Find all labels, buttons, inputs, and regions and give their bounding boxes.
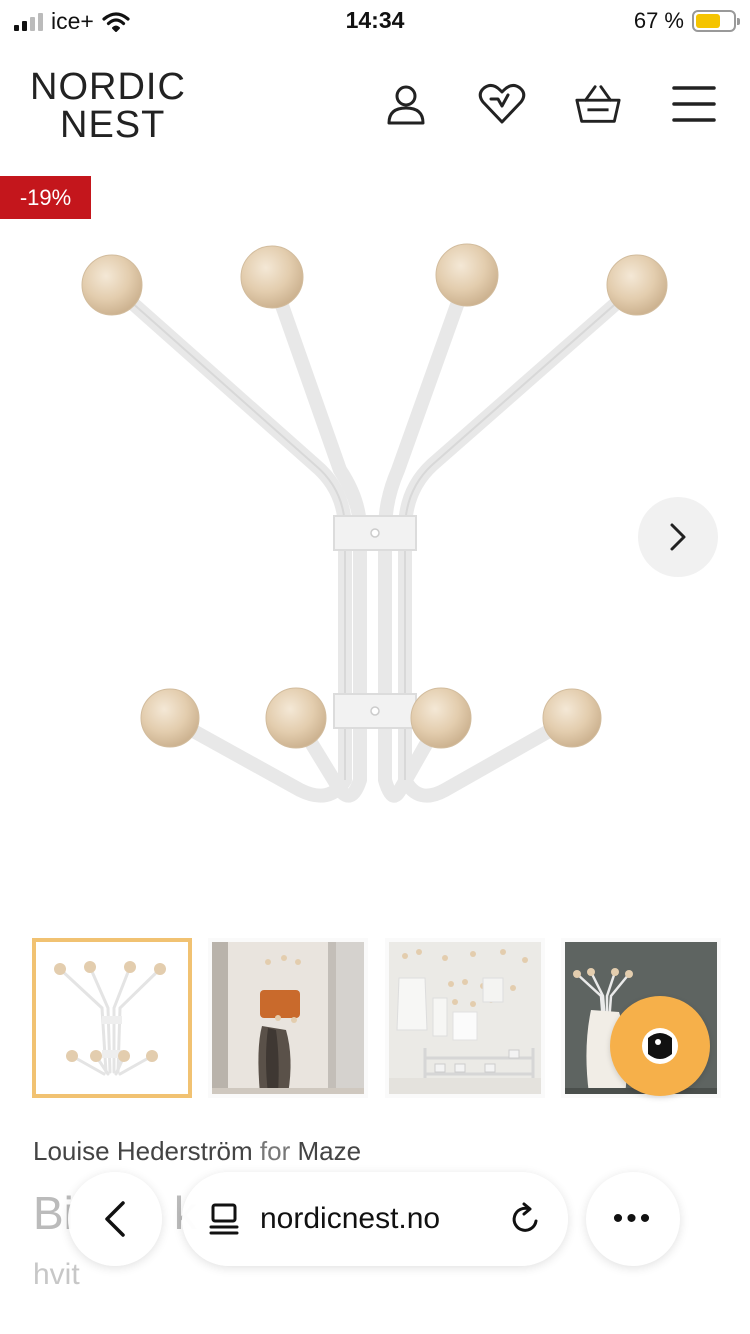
user-icon (387, 85, 425, 125)
browser-more-button[interactable]: ••• (586, 1172, 680, 1266)
browser-url-bar[interactable]: nordicnest.no (182, 1172, 568, 1266)
battery-percent: 67 % (633, 8, 684, 33)
chevron-left-icon (105, 1201, 125, 1237)
basket-icon (575, 85, 621, 123)
tabs-icon (209, 1203, 239, 1235)
product-designer: Louise Hederström for Maze (33, 1136, 361, 1167)
logo-line-1: NORDIC (30, 66, 186, 108)
thumbnail-1[interactable] (32, 938, 192, 1098)
nordic-nest-logo[interactable]: NORDIC NEST (30, 68, 190, 144)
coat-rack-illustration (81, 243, 668, 803)
designer-name[interactable]: Louise Hederström (33, 1136, 253, 1166)
brand-name[interactable]: Maze (297, 1136, 361, 1166)
chat-bot-icon (642, 1028, 678, 1064)
chat-button[interactable] (610, 996, 710, 1096)
battery-icon (692, 10, 740, 32)
designer-for: for (259, 1136, 291, 1166)
thumbnail-3[interactable] (385, 938, 545, 1098)
next-image-button[interactable] (638, 497, 718, 577)
discount-badge: -19% (0, 176, 91, 219)
logo-line-2: NEST (60, 104, 166, 146)
status-right: 67 % (633, 8, 740, 34)
product-variant: hvit (33, 1258, 80, 1291)
menu-icon (672, 86, 716, 122)
url-text: nordicnest.no (260, 1202, 441, 1235)
wishlist-button[interactable] (478, 80, 526, 128)
menu-button[interactable] (670, 80, 718, 128)
cart-button[interactable] (574, 80, 622, 128)
product-main-image[interactable] (0, 220, 750, 910)
status-bar: ice+ 14:34 67 % (0, 0, 750, 44)
heart-icon (478, 83, 526, 124)
browser-back-button[interactable] (68, 1172, 162, 1266)
account-button[interactable] (382, 80, 430, 128)
thumbnail-2[interactable] (208, 938, 368, 1098)
reload-icon[interactable] (510, 1202, 542, 1236)
site-header: NORDIC NEST (0, 60, 750, 160)
chevron-right-icon (670, 523, 686, 551)
